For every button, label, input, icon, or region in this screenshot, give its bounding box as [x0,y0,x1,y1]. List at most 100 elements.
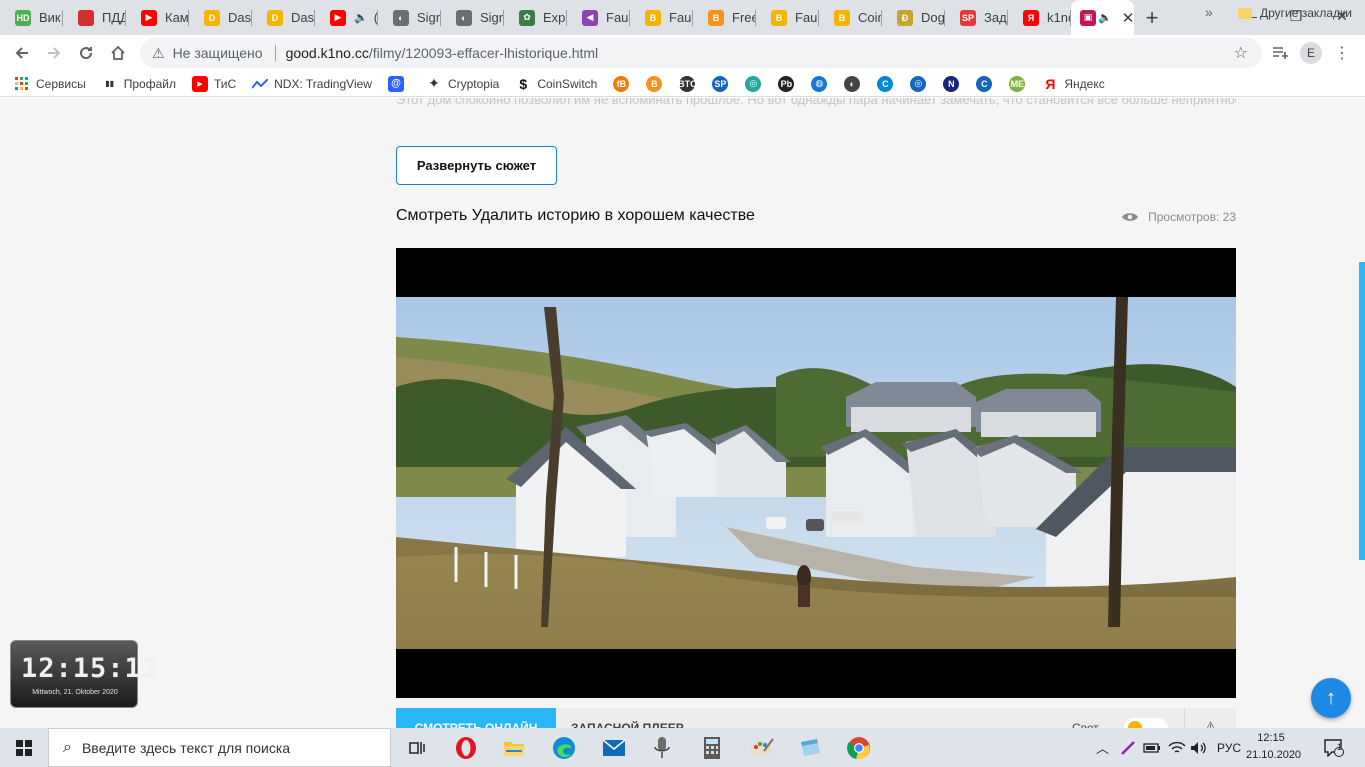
battery-icon[interactable] [1143,728,1161,767]
close-tab-icon[interactable]: ✕ [1122,9,1134,27]
voice-recorder-icon[interactable] [648,734,676,762]
url-host: good.k1no.cc [285,45,369,61]
bookmarks-overflow-button[interactable]: » [1205,4,1213,20]
bookmark-item[interactable]: Сервисы [14,76,86,92]
bookmark-icon[interactable]: ◎ [745,75,762,92]
tab-favicon-icon: SP [960,9,976,26]
bookmark-yandex[interactable]: Я Яндекс [1042,76,1104,92]
bookmark-icon[interactable]: C [976,75,993,92]
scroll-to-top-button[interactable]: ↑ [1311,678,1351,718]
bookmark-icon[interactable]: ◐ [844,75,861,92]
forward-button[interactable] [38,37,70,69]
reload-button[interactable] [70,37,102,69]
calculator-icon[interactable] [698,734,726,762]
browser-tab[interactable]: B Coin [819,0,882,35]
tab-audio-icon[interactable]: 🔈 [354,11,368,24]
active-tab[interactable]: ▣ 🔈 ✕ [1071,0,1134,35]
pen-icon[interactable] [1120,728,1136,767]
chrome-icon[interactable] [845,734,873,762]
profile-button[interactable]: E [1299,35,1323,71]
tab-favicon-icon: ◐ [393,9,409,26]
bookmark-item[interactable]: ▶ ТиС [191,75,236,92]
bookmark-icon[interactable]: ◎ [910,75,927,92]
mail-icon[interactable] [600,734,628,762]
not-secure-icon[interactable]: ⚠ [152,45,165,62]
browser-tab[interactable]: ✿ Expl [504,0,567,35]
bookmark-item[interactable]: $ CoinSwitch [515,76,597,92]
edge-icon[interactable] [550,734,578,762]
browser-tab[interactable]: D Dash [189,0,252,35]
browser-tab[interactable]: Яk1no [1008,0,1071,35]
browser-tab[interactable]: B Fauc [630,0,693,35]
views-counter: Просмотров: 23 [1122,210,1236,224]
tray-chevron-up-icon[interactable]: ︿ [1096,728,1110,767]
file-explorer-icon[interactable] [500,734,528,762]
taskbar-clock[interactable]: 12:15 21.10.2020 [1246,730,1301,764]
video-frame[interactable] [396,297,1236,649]
avatar: E [1300,42,1322,64]
browser-tab[interactable]: ▶ 🔈( [315,0,378,35]
browser-tab[interactable]: HD Вик [0,0,63,35]
tab-favicon-icon: D [267,9,283,26]
bookmark-icon[interactable]: SP [712,75,729,92]
start-button[interactable] [0,728,48,767]
browser-tab[interactable]: ПДД [63,0,126,35]
browser-tab[interactable]: ◀ Fauc [567,0,630,35]
notes-icon[interactable] [796,734,824,762]
bookmark-icon[interactable]: B [646,75,663,92]
bookmark-item[interactable]: NDX: TradingView [252,76,372,92]
tradingview-icon [252,76,269,92]
tab-audio-icon[interactable]: 🔈 [1098,11,1112,24]
bookmark-icon[interactable]: ◍ [811,75,828,92]
browser-tab[interactable]: SP Зада [945,0,1008,35]
wifi-icon[interactable] [1168,728,1186,767]
home-button[interactable] [102,37,134,69]
bookmark-icon[interactable]: fB [613,75,630,92]
report-icon[interactable]: ⚠ [1184,708,1236,728]
bookmark-icon[interactable]: N [943,75,960,92]
reading-list-icon[interactable] [1268,35,1292,71]
browser-tab[interactable]: B Free [693,0,756,35]
desktop-clock-widget: 12:15:12 Mittwoch, 21. Oktober 2020 [10,640,158,708]
tab-title: Кам [165,10,189,25]
address-bar[interactable]: ⚠ Не защищено good.k1no.cc/filmy/120093-… [140,38,1262,68]
bookmark-item[interactable]: @ [387,75,410,92]
tab-favicon-icon: B [645,9,661,26]
browser-tab[interactable]: ◐ Sign [441,0,504,35]
tab-backup-player[interactable]: ЗАПАСНОЙ ПЛЕЕР [571,708,684,728]
expand-plot-button[interactable]: Развернуть сюжет [396,146,557,185]
new-tab-button[interactable]: + [1134,0,1170,35]
task-view-icon[interactable] [404,734,432,762]
browser-tab[interactable]: D Dash [252,0,315,35]
windows-logo-icon [16,739,32,756]
video-player[interactable] [396,248,1236,698]
browser-tab[interactable]: ▶ Кам [126,0,189,35]
scrollbar[interactable] [1359,98,1365,728]
security-label[interactable]: Не защищено [173,45,263,61]
bookmark-icon[interactable]: ME [1009,75,1026,92]
volume-icon[interactable] [1190,728,1208,767]
browser-menu-icon[interactable]: ⋮ [1332,35,1352,71]
back-button[interactable] [6,37,38,69]
bookmark-icon[interactable]: BTC [678,75,697,92]
browser-tab[interactable]: Đ Dog [882,0,945,35]
browser-tab[interactable]: B Fauc [756,0,819,35]
tab-strip: HDВикПДД▶КамDDashDDash▶🔈(◐Sign◐Sign✿Expl… [0,0,1365,35]
bookmark-star-icon[interactable]: ☆ [1234,43,1248,63]
scrollbar-thumb[interactable] [1359,262,1365,560]
tab-title: k1no [1047,10,1071,25]
bookmark-icon[interactable]: Pb [778,75,795,92]
bookmark-item[interactable]: ✦ Cryptopia [426,75,499,92]
tab-watch-online[interactable]: СМОТРЕТЬ ОНЛАЙН [396,708,556,728]
notifications-icon[interactable]: 1 [1324,728,1348,767]
bookmark-icon[interactable]: C [877,75,894,92]
notification-count: 1 [1337,742,1343,752]
paint-icon[interactable] [748,734,776,762]
taskbar-search-box[interactable]: ⌕ Введите здесь текст для поиска [48,728,391,767]
bookmark-item[interactable]: ▮▮ Профайл [102,76,176,92]
light-toggle[interactable] [1124,718,1168,728]
opera-icon[interactable] [452,734,480,762]
language-indicator[interactable]: РУС [1217,728,1241,767]
other-bookmarks-folder[interactable]: Другие закладки [1238,0,1352,26]
browser-tab[interactable]: ◐ Sign [378,0,441,35]
